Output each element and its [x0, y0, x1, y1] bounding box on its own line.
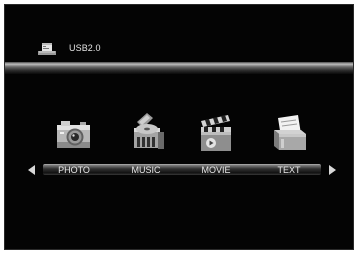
header-divider	[4, 62, 354, 74]
menu-bar: PHOTO MUSIC MOVIE TEXT	[26, 163, 338, 177]
menu-item-music[interactable]: MUSIC	[116, 165, 176, 175]
menu-item-photo[interactable]: PHOTO	[44, 165, 104, 175]
camera-icon[interactable]	[54, 112, 94, 156]
music-disc-icon[interactable]	[129, 112, 169, 156]
menu-item-movie[interactable]: MOVIE	[186, 165, 246, 175]
menu-icons-row	[4, 112, 354, 156]
scroll-right-arrow-icon[interactable]	[329, 165, 336, 175]
document-tray-icon[interactable]	[271, 112, 311, 156]
menu-item-text[interactable]: TEXT	[259, 165, 319, 175]
device-label: USB2.0	[69, 43, 101, 53]
clapperboard-icon[interactable]	[197, 112, 237, 156]
media-menu-screen: USB2.0 PHOTO MUSIC MOVIE TEXT	[4, 4, 354, 250]
usb-drive-icon	[38, 42, 56, 55]
device-header: USB2.0	[38, 40, 101, 56]
scroll-left-arrow-icon[interactable]	[28, 165, 35, 175]
